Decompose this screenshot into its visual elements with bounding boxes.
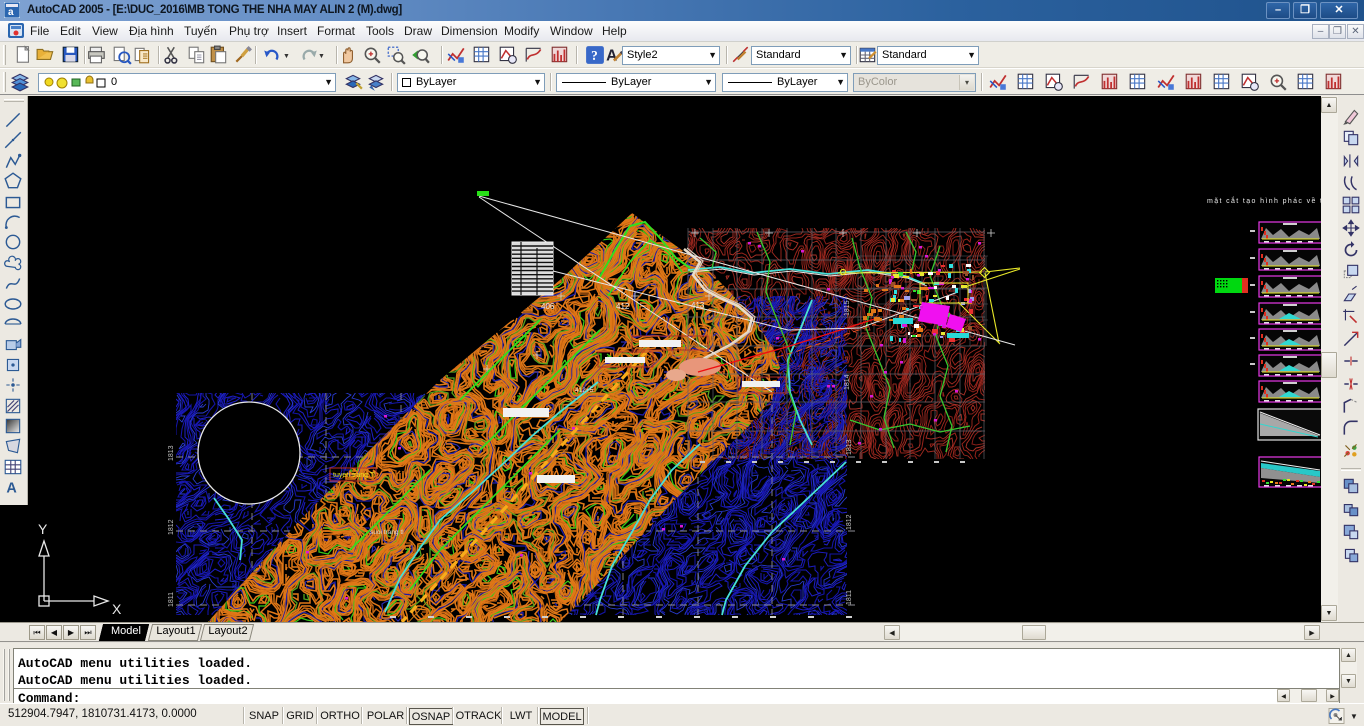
svg-text:a: a xyxy=(8,7,14,18)
svg-text:1814: 1814 xyxy=(844,374,851,390)
svg-text:A: A xyxy=(606,48,617,65)
svg-text:mặt cắt tạo hình phác về t: mặt cắt tạo hình phác về t xyxy=(1207,196,1321,205)
svg-text:412: 412 xyxy=(616,302,630,311)
svg-text:A: A xyxy=(6,481,17,497)
svg-text:suoi trang tl: suoi trang tl xyxy=(370,529,404,536)
svg-text:1812: 1812 xyxy=(168,519,175,535)
svg-text:413: 413 xyxy=(691,301,705,310)
svg-text:X: X xyxy=(112,601,122,617)
svg-text:Y: Y xyxy=(38,521,48,537)
svg-text:1811: 1811 xyxy=(846,590,853,605)
svg-text:1813: 1813 xyxy=(168,445,175,461)
svg-text:412+5: 412+5 xyxy=(575,387,594,394)
svg-text:1811: 1811 xyxy=(168,592,175,607)
svg-text:?: ? xyxy=(591,48,598,63)
svg-text:tuyen trang Tl: tuyen trang Tl xyxy=(333,472,376,479)
svg-text:1812: 1812 xyxy=(846,514,853,530)
svg-text:1813: 1813 xyxy=(846,439,853,455)
svg-text:1815: 1815 xyxy=(844,300,851,316)
svg-text:406: 406 xyxy=(541,302,555,311)
